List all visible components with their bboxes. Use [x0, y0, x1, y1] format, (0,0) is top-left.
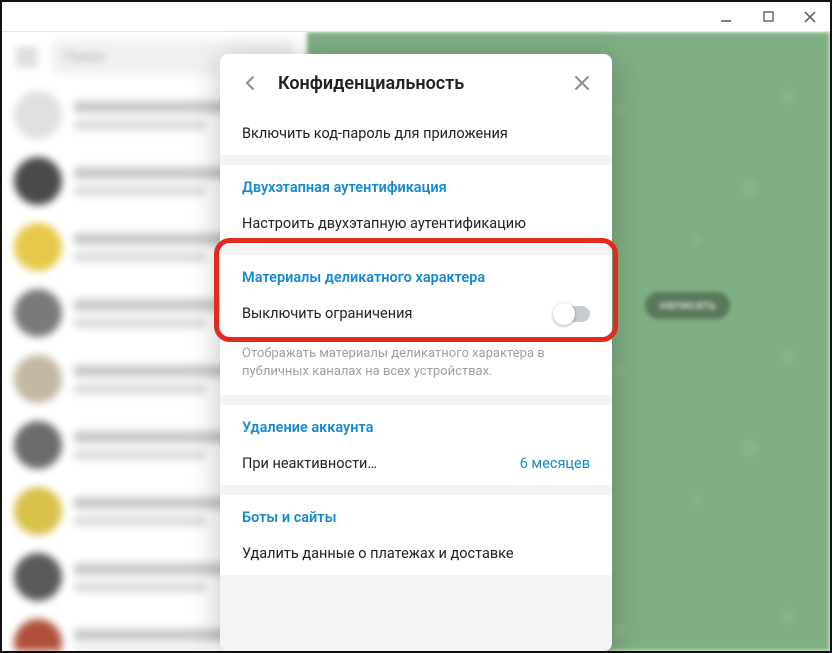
window-close-button[interactable]: [798, 5, 822, 29]
avatar: [14, 289, 62, 337]
close-icon[interactable]: [570, 71, 594, 95]
row-passcode[interactable]: Включить код-пароль для приложения: [220, 112, 612, 155]
modal-body: Включить код-пароль для приложения Двухэ…: [220, 112, 612, 651]
avatar: [14, 355, 62, 403]
row-inactivity-label: При неактивности…: [242, 455, 377, 472]
privacy-settings-modal: Конфиденциальность Включить код-пароль д…: [220, 54, 612, 651]
avatar: [14, 487, 62, 535]
avatar: [14, 421, 62, 469]
row-inactivity-value: 6 месяцев: [520, 455, 590, 472]
section-title-delete: Удаление аккаунта: [220, 405, 612, 442]
avatar: [14, 91, 62, 139]
row-disable-restrictions-label: Выключить ограничения: [242, 305, 412, 322]
window-titlebar: [2, 2, 830, 32]
back-button[interactable]: [238, 71, 262, 95]
sensitive-toggle[interactable]: [554, 306, 590, 322]
menu-icon[interactable]: [16, 49, 38, 65]
modal-title: Конфиденциальность: [278, 73, 554, 94]
row-clear-payment[interactable]: Удалить данные о платежах и доставке: [220, 532, 612, 575]
row-setup-2fa[interactable]: Настроить двухэтапную аутентификацию: [220, 202, 612, 245]
write-pill[interactable]: написать: [645, 292, 730, 319]
avatar: [14, 553, 62, 601]
hint-sensitive: Отображать материалы деликатного характе…: [220, 335, 612, 395]
avatar: [14, 157, 62, 205]
avatar: [14, 223, 62, 271]
avatar: [14, 619, 62, 651]
section-title-2fa: Двухэтапная аутентификация: [220, 165, 612, 202]
row-disable-restrictions[interactable]: Выключить ограничения: [220, 292, 612, 335]
row-inactivity[interactable]: При неактивности… 6 месяцев: [220, 442, 612, 485]
section-title-bots: Боты и сайты: [220, 495, 612, 532]
window-minimize-button[interactable]: [714, 5, 738, 29]
window-maximize-button[interactable]: [756, 5, 780, 29]
search-placeholder: Поиск: [64, 49, 105, 65]
section-title-sensitive: Материалы деликатного характера: [220, 255, 612, 292]
app-window: Поиск написать Конфиденциальность В: [0, 0, 832, 653]
